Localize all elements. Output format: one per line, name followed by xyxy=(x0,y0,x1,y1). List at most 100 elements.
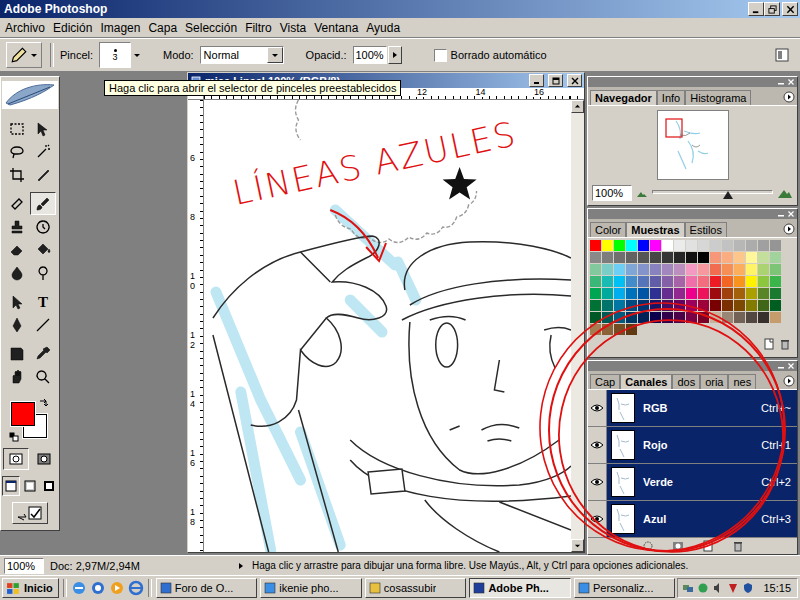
new-swatch-icon[interactable] xyxy=(763,338,775,350)
menu-item[interactable]: Vista xyxy=(276,21,310,35)
status-menu-button[interactable] xyxy=(236,560,246,572)
swatch[interactable] xyxy=(758,240,770,252)
media-player-icon[interactable] xyxy=(109,580,125,596)
network-icon[interactable] xyxy=(682,582,694,594)
tool-button[interactable] xyxy=(30,365,56,388)
swatch[interactable] xyxy=(638,300,650,312)
load-selection-icon[interactable] xyxy=(642,540,654,552)
tool-button[interactable] xyxy=(4,192,30,215)
swatch[interactable] xyxy=(698,252,710,264)
swatch[interactable] xyxy=(710,312,722,324)
tool-button[interactable] xyxy=(30,192,56,215)
swatch[interactable] xyxy=(662,264,674,276)
panel-tab[interactable]: Navegador xyxy=(590,90,657,105)
tool-button[interactable]: T xyxy=(30,290,56,313)
swatch[interactable] xyxy=(734,288,746,300)
swatch[interactable] xyxy=(602,240,614,252)
swatch[interactable] xyxy=(722,300,734,312)
visibility-toggle[interactable] xyxy=(588,501,607,537)
swatch[interactable] xyxy=(770,288,782,300)
tool-button[interactable] xyxy=(4,163,30,186)
channel-row[interactable]: VerdeCtrl+2 xyxy=(588,464,797,501)
panel-close-button[interactable] xyxy=(786,362,795,370)
tool-button[interactable] xyxy=(30,117,56,140)
opacity-slider-button[interactable] xyxy=(388,46,402,64)
swatch[interactable] xyxy=(662,276,674,288)
tool-button[interactable] xyxy=(4,313,30,336)
swatch[interactable] xyxy=(698,276,710,288)
swatch[interactable] xyxy=(602,276,614,288)
swatch[interactable] xyxy=(614,312,626,324)
tool-button[interactable] xyxy=(30,238,56,261)
swatch[interactable] xyxy=(602,300,614,312)
panel-tab[interactable]: oria xyxy=(700,374,728,389)
volume-icon[interactable] xyxy=(712,582,724,594)
swatch[interactable] xyxy=(674,312,686,324)
tool-button[interactable] xyxy=(30,215,56,238)
opacity-field[interactable]: 100% xyxy=(353,46,387,64)
swatch[interactable] xyxy=(626,324,638,336)
swatch[interactable] xyxy=(638,276,650,288)
swatch[interactable] xyxy=(674,300,686,312)
document-close-button[interactable] xyxy=(567,74,582,87)
tool-button[interactable] xyxy=(4,290,30,313)
foreground-color-swatch[interactable] xyxy=(11,402,35,426)
swatch[interactable] xyxy=(662,252,674,264)
swatch[interactable] xyxy=(662,300,674,312)
swatch[interactable] xyxy=(734,312,746,324)
swatch[interactable] xyxy=(722,276,734,288)
panel-menu-icon[interactable] xyxy=(783,375,795,387)
swatch[interactable] xyxy=(758,300,770,312)
tool-button[interactable] xyxy=(4,342,30,365)
swatch[interactable] xyxy=(614,276,626,288)
swatch[interactable] xyxy=(602,252,614,264)
menu-item[interactable]: Capa xyxy=(144,21,181,35)
swatch[interactable] xyxy=(650,288,662,300)
panel-tab[interactable]: Info xyxy=(657,90,685,105)
swatch[interactable] xyxy=(650,276,662,288)
full-screen-button[interactable] xyxy=(40,476,58,496)
swatch[interactable] xyxy=(674,276,686,288)
swatch[interactable] xyxy=(734,300,746,312)
swatch[interactable] xyxy=(626,312,638,324)
swatch[interactable] xyxy=(770,252,782,264)
channel-row[interactable]: RGBCtrl+~ xyxy=(588,390,797,427)
swatch[interactable] xyxy=(746,264,758,276)
visibility-toggle[interactable] xyxy=(588,390,607,426)
swatch[interactable] xyxy=(686,276,698,288)
swatch[interactable] xyxy=(746,312,758,324)
task-button[interactable]: Foro de O... xyxy=(156,578,258,598)
tool-button[interactable] xyxy=(4,117,30,140)
jump-to-imageready-button[interactable] xyxy=(12,502,48,524)
swatch[interactable] xyxy=(674,264,686,276)
outlook-express-icon[interactable] xyxy=(71,580,87,596)
panel-tab[interactable]: Histograma xyxy=(685,90,751,105)
swatch[interactable] xyxy=(698,288,710,300)
panel-tab[interactable]: nes xyxy=(728,374,756,389)
swatch[interactable] xyxy=(674,240,686,252)
zoom-out-icon[interactable] xyxy=(636,188,648,198)
swatch[interactable] xyxy=(758,312,770,324)
swatch[interactable] xyxy=(770,264,782,276)
visibility-toggle[interactable] xyxy=(588,427,607,463)
menu-item[interactable]: Ventana xyxy=(310,21,362,35)
zoom-field[interactable]: 100% xyxy=(592,185,632,201)
zoom-slider[interactable] xyxy=(652,187,773,199)
swatch[interactable] xyxy=(758,288,770,300)
swatch[interactable] xyxy=(770,312,782,324)
swatch[interactable] xyxy=(746,252,758,264)
swatch[interactable] xyxy=(746,288,758,300)
swatch[interactable] xyxy=(722,288,734,300)
swatch[interactable] xyxy=(590,312,602,324)
trash-icon[interactable] xyxy=(732,540,744,552)
document-maximize-button[interactable] xyxy=(548,74,563,87)
swatch[interactable] xyxy=(686,300,698,312)
swatch[interactable] xyxy=(614,324,626,336)
swatch[interactable] xyxy=(650,240,662,252)
zoom-in-icon[interactable] xyxy=(777,187,793,199)
swatch[interactable] xyxy=(722,312,734,324)
swatch[interactable] xyxy=(710,264,722,276)
channel-row[interactable]: AzulCtrl+3 xyxy=(588,501,797,538)
task-button[interactable]: cosassubir xyxy=(365,578,467,598)
swatch[interactable] xyxy=(698,240,710,252)
